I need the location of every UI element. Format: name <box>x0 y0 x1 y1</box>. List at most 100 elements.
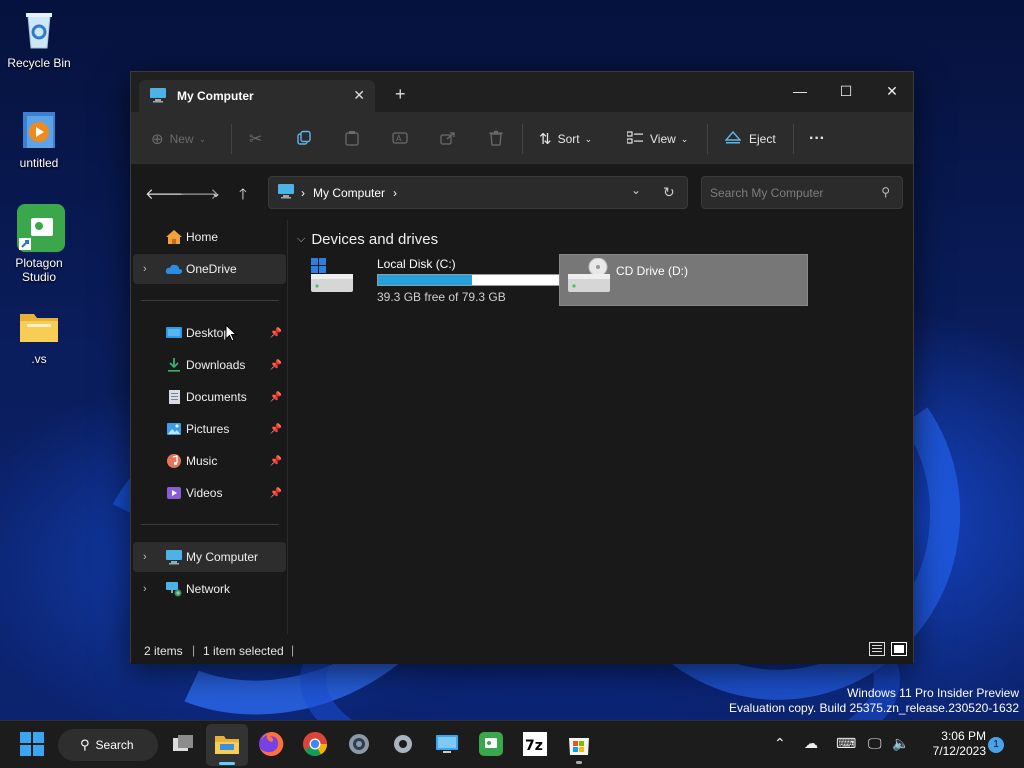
task-view-icon[interactable] <box>170 731 198 759</box>
nav-item-videos[interactable]: Videos 📌 <box>133 478 286 508</box>
chevron-right-icon[interactable]: › <box>143 263 147 275</box>
volume-icon[interactable]: 🔈 <box>892 735 909 752</box>
copy-button[interactable] <box>296 126 312 152</box>
microsoft-store-icon[interactable] <box>566 731 594 764</box>
chevron-up-icon[interactable]: ⌃ <box>774 735 786 752</box>
desktop-icon <box>165 325 183 341</box>
drive-local-disk-c[interactable]: Local Disk (C:) 39.3 GB free of 79.3 GB <box>305 254 569 306</box>
windows-watermark: Windows 11 Pro Insider Preview Evaluatio… <box>729 686 1019 715</box>
content-pane: ⌵ Devices and drives Local Disk (C:) 39.… <box>225 220 913 634</box>
eject-button[interactable]: Eject <box>724 126 776 152</box>
pin-icon[interactable]: 📌 <box>270 360 282 371</box>
refresh-icon[interactable]: ↻ <box>663 184 675 201</box>
chevron-right-icon[interactable]: › <box>143 583 147 595</box>
nav-item-desktop[interactable]: Desktop 📌 <box>133 318 286 348</box>
desktop-icon-label: .vs <box>31 352 47 366</box>
nav-item-onedrive[interactable]: › OneDrive <box>133 254 286 284</box>
video-icon <box>165 485 183 501</box>
hard-drive-icon <box>309 258 355 297</box>
breadcrumb-chevron-icon: › <box>393 185 398 200</box>
mouse-cursor-icon <box>225 323 238 345</box>
sort-button[interactable]: ⇅ Sort ⌄ <box>539 126 592 152</box>
nav-item-home[interactable]: Home <box>133 222 286 252</box>
file-explorer-taskbar-button[interactable] <box>206 724 248 766</box>
drive-cd-drive-d[interactable]: CD Drive (D:) <box>559 254 808 306</box>
address-bar[interactable]: › My Computer › ⌄ ↻ <box>268 176 688 209</box>
up-button[interactable]: 🡑 <box>239 184 247 209</box>
desktop-icon-plotagon[interactable]: Plotagon Studio <box>1 204 77 284</box>
settings-gear-icon[interactable] <box>346 731 374 759</box>
delete-button[interactable] <box>488 126 504 152</box>
plotagon-icon <box>17 204 65 252</box>
keyboard-icon[interactable]: ⌨ <box>836 735 856 752</box>
home-icon <box>165 229 183 245</box>
selection-count: 1 item selected <box>203 644 284 658</box>
trash-icon <box>488 130 504 149</box>
group-header[interactable]: ⌵ Devices and drives <box>297 231 438 248</box>
breadcrumb-my-computer[interactable]: My Computer <box>313 186 385 200</box>
taskbar-search-button[interactable]: ⚲ Search <box>58 729 158 761</box>
paste-button[interactable] <box>344 126 360 152</box>
start-button[interactable] <box>19 731 47 759</box>
chevron-down-icon: ⌄ <box>584 133 593 144</box>
recent-locations-button[interactable]: ⌄ <box>211 186 221 200</box>
7zip-icon[interactable]: 7z <box>522 731 550 759</box>
desktop-icon-vs-folder[interactable]: .vs <box>1 304 77 366</box>
pin-icon[interactable]: 📌 <box>270 424 282 435</box>
plotagon-taskbar-icon[interactable] <box>478 731 506 759</box>
firefox-icon[interactable] <box>258 731 286 759</box>
nav-item-pictures[interactable]: Pictures 📌 <box>133 414 286 444</box>
status-bar: 2 items | 1 item selected | <box>131 634 913 664</box>
sort-arrows-icon: ⇅ <box>539 131 552 148</box>
view-button[interactable]: View ⌄ <box>626 126 688 152</box>
rename-button[interactable]: A <box>392 126 408 152</box>
nav-item-downloads[interactable]: Downloads 📌 <box>133 350 286 380</box>
tab-label: My Computer <box>177 89 254 103</box>
remote-desktop-icon[interactable] <box>434 731 462 759</box>
minimize-button[interactable]: — <box>777 76 823 106</box>
chevron-down-icon: ⌵ <box>297 233 306 245</box>
media-file-icon <box>17 108 61 152</box>
breadcrumb-chevron-icon: › <box>301 185 305 200</box>
pin-icon[interactable]: 📌 <box>270 328 282 339</box>
search-box[interactable]: ⚲ <box>701 176 903 209</box>
share-button[interactable] <box>440 126 456 152</box>
pin-icon[interactable]: 📌 <box>270 488 282 499</box>
desktop-icon-untitled[interactable]: untitled <box>1 108 77 170</box>
search-input[interactable] <box>710 185 870 200</box>
nav-item-music[interactable]: Music 📌 <box>133 446 286 476</box>
desktop-icon-recycle-bin[interactable]: Recycle Bin <box>1 8 77 70</box>
tab-my-computer[interactable]: My Computer ✕ <box>139 80 375 112</box>
maximize-button[interactable]: ☐ <box>823 76 869 106</box>
cut-button[interactable]: ✂ <box>249 126 262 152</box>
gear-icon[interactable] <box>390 731 418 759</box>
pin-icon[interactable]: 📌 <box>270 456 282 467</box>
nav-item-network[interactable]: › Network <box>133 574 286 604</box>
onedrive-offline-icon[interactable]: ☁ <box>804 735 818 752</box>
nav-item-my-computer[interactable]: › My Computer <box>133 542 286 572</box>
pin-icon[interactable]: 📌 <box>270 392 282 403</box>
details-view-icon[interactable] <box>869 642 885 659</box>
close-window-button[interactable]: ✕ <box>869 76 915 106</box>
item-count: 2 items <box>144 644 183 658</box>
network-status-icon[interactable]: 🖵 <box>868 735 882 752</box>
chevron-right-icon[interactable]: › <box>143 551 147 563</box>
close-tab-icon[interactable]: ✕ <box>353 87 365 104</box>
tiles-view-icon[interactable] <box>891 642 907 659</box>
new-tab-button[interactable]: + <box>395 84 406 105</box>
new-button[interactable]: ⊕ New ⌄ <box>151 126 206 152</box>
more-options-button[interactable]: ··· <box>809 126 825 152</box>
clock[interactable]: 3:06 PM 7/12/2023 <box>922 729 986 759</box>
chevron-down-icon: ⌄ <box>198 133 207 144</box>
notification-badge[interactable]: 1 <box>988 737 1004 753</box>
music-icon <box>165 453 183 469</box>
desktop-icon-label: Recycle Bin <box>7 56 71 70</box>
more-dots-icon: ··· <box>809 130 825 147</box>
address-dropdown-icon[interactable]: ⌄ <box>631 183 641 197</box>
scissors-icon: ✂ <box>249 131 263 148</box>
chrome-icon[interactable] <box>302 731 330 759</box>
copy-icon <box>296 130 312 149</box>
pictures-icon <box>165 421 183 437</box>
nav-item-documents[interactable]: Documents 📌 <box>133 382 286 412</box>
title-bar: My Computer ✕ + — ☐ ✕ <box>131 72 913 112</box>
